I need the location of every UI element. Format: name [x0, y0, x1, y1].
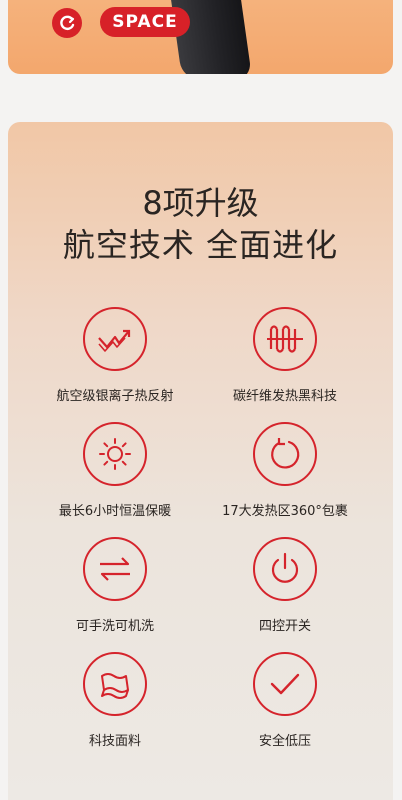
headline-subtitle: 航空技术 全面进化	[62, 226, 339, 264]
heating-coil-icon	[253, 307, 317, 371]
fabric-icon	[83, 652, 147, 716]
power-icon	[253, 537, 317, 601]
feature-label: 碳纤维发热黑科技	[232, 389, 337, 404]
feature-warmth-hours: 最长6小时恒温保暖	[35, 422, 195, 519]
feature-label: 安全低压	[258, 734, 311, 749]
rotate-arrow-icon	[253, 422, 317, 486]
feature-label: 科技面料	[88, 734, 141, 749]
feature-label: 可手洗可机洗	[75, 619, 154, 634]
check-icon	[253, 652, 317, 716]
feature-label: 四控开关	[258, 619, 311, 634]
space-badge: SPACE	[100, 7, 190, 37]
feature-carbon-fiber: 碳纤维发热黑科技	[205, 307, 365, 404]
feature-label: 航空级银离子热反射	[56, 389, 174, 404]
sun-icon	[83, 422, 147, 486]
feature-washable: 可手洗可机洗	[35, 537, 195, 634]
feature-four-switch: 四控开关	[205, 537, 365, 634]
feature-silver-ion: 航空级银离子热反射	[35, 307, 195, 404]
feature-card: 8项升级 航空技术 全面进化 航空级银离子热反射 碳纤维发热黑科技 最长6小时恒…	[8, 122, 393, 800]
brand-logo-icon	[52, 8, 82, 38]
swap-arrows-icon	[83, 537, 147, 601]
headline-upgrade: 8项升级	[142, 184, 259, 222]
feature-label: 17大发热区360°包裹	[222, 504, 348, 519]
product-banner: SPACE	[8, 0, 393, 74]
feature-label: 最长6小时恒温保暖	[58, 504, 172, 519]
trend-arrows-icon	[83, 307, 147, 371]
feature-tech-fabric: 科技面料	[35, 652, 195, 749]
feature-heating-zones: 17大发热区360°包裹	[205, 422, 365, 519]
feature-low-voltage: 安全低压	[205, 652, 365, 749]
